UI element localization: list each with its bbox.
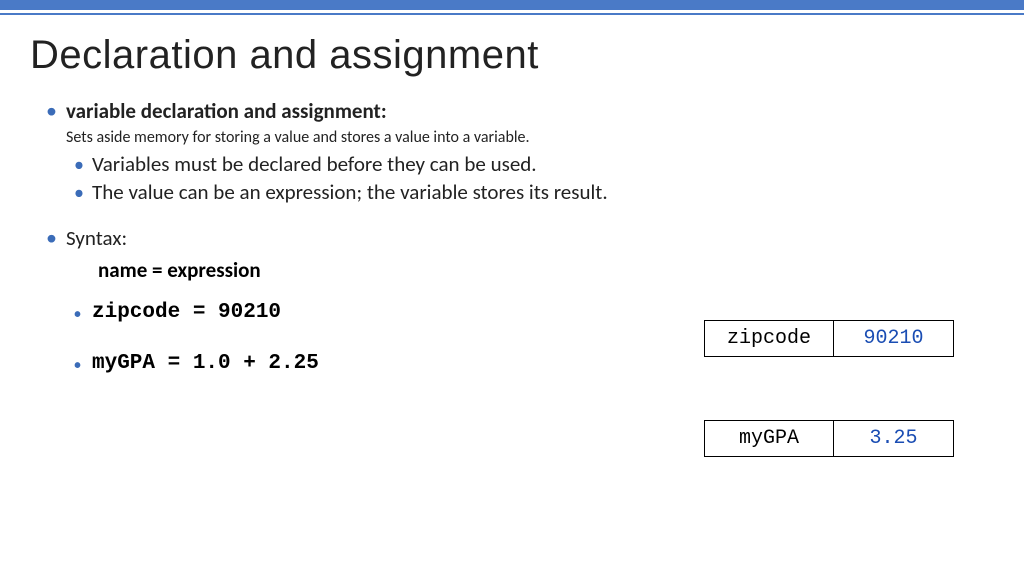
var-value-cell: 3.25 (834, 420, 954, 457)
variable-box-mygpa: myGPA 3.25 (704, 420, 954, 457)
sub-bullet-2: The value can be an expression; the vari… (40, 179, 984, 205)
description-text: Sets aside memory for storing a value an… (40, 128, 984, 147)
bullet-main-text: variable declaration and assignment (66, 98, 381, 124)
bullet-main: variable declaration and assignment: (40, 98, 984, 124)
slide-title: Declaration and assignment (0, 15, 1024, 98)
var-name-cell: myGPA (704, 420, 834, 457)
header-bar-thick (0, 0, 1024, 10)
syntax-expression: name = expression (40, 257, 984, 283)
var-value-cell: 90210 (834, 320, 954, 357)
sub-bullet-1: Variables must be declared before they c… (40, 151, 984, 177)
var-name-cell: zipcode (704, 320, 834, 357)
syntax-bullet: Syntax: (40, 225, 984, 251)
variable-box-zipcode: zipcode 90210 (704, 320, 954, 357)
